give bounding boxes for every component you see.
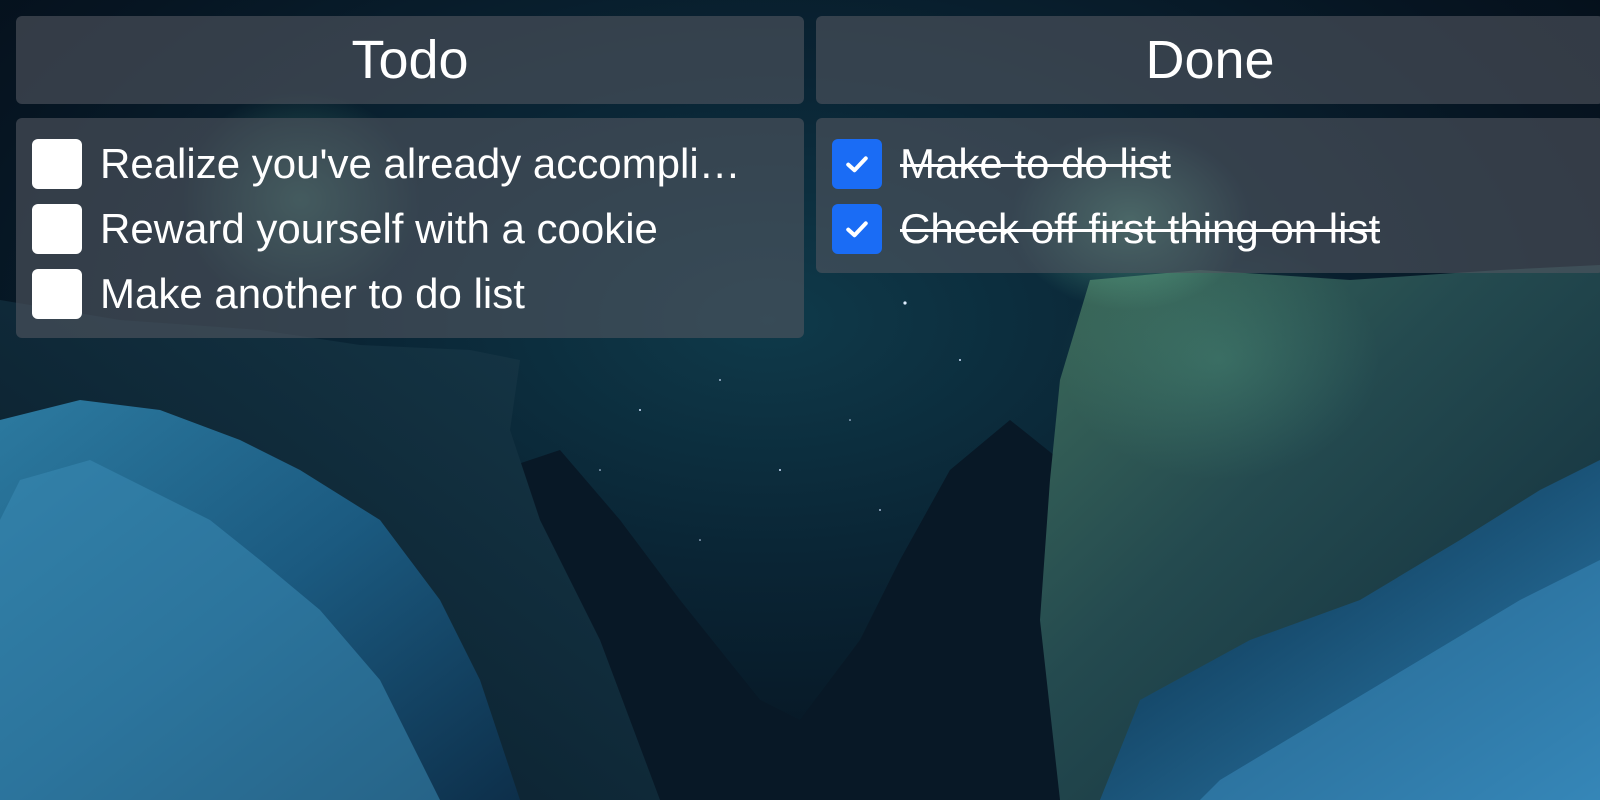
check-icon <box>846 156 868 173</box>
check-icon <box>846 221 868 238</box>
done-list: Make to do list Check off first thing on… <box>816 118 1600 273</box>
todo-item-label: Make another to do list <box>100 270 525 317</box>
app-background: Todo Realize you've already accomplished… <box>0 0 1600 800</box>
todo-checkbox[interactable] <box>32 269 82 319</box>
done-title: Done <box>1145 30 1275 90</box>
done-item[interactable]: Make to do list <box>832 138 1588 190</box>
done-checkbox[interactable] <box>832 139 882 189</box>
todo-column: Todo Realize you've already accomplished… <box>16 16 804 338</box>
todo-list: Realize you've already accomplished two … <box>16 118 804 338</box>
done-header: Done <box>816 16 1600 104</box>
done-item-label: Check off first thing on list <box>900 205 1381 252</box>
done-item[interactable]: Check off first thing on list <box>832 203 1588 255</box>
todo-item[interactable]: Reward yourself with a cookie <box>32 203 788 255</box>
todo-title: Todo <box>351 30 469 90</box>
todo-header: Todo <box>16 16 804 104</box>
done-checkbox[interactable] <box>832 204 882 254</box>
todo-checkbox[interactable] <box>32 139 82 189</box>
done-item-label: Make to do list <box>900 140 1171 187</box>
todo-item-label: Realize you've already accomplished two … <box>100 140 760 187</box>
done-column: Done Make to do list Check off first thi… <box>816 16 1600 273</box>
todo-item[interactable]: Realize you've already accomplished two … <box>32 138 788 190</box>
todo-checkbox[interactable] <box>32 204 82 254</box>
todo-item[interactable]: Make another to do list <box>32 268 788 320</box>
todo-item-label: Reward yourself with a cookie <box>100 205 658 252</box>
